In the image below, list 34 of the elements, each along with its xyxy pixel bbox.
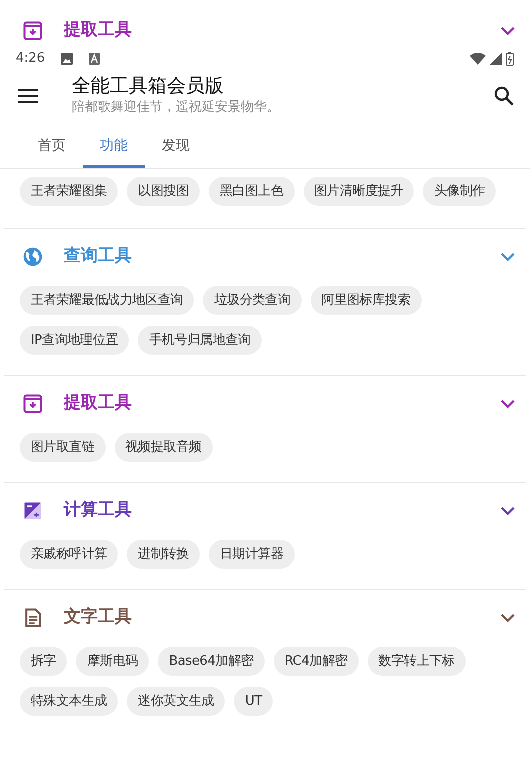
tool-chip[interactable]: 阿里图标库搜索 bbox=[310, 286, 422, 315]
tool-chip[interactable]: 垃圾分类查询 bbox=[203, 286, 302, 315]
tool-chip[interactable]: 数字转上下标 bbox=[368, 647, 466, 676]
tool-chip[interactable]: 亲戚称呼计算 bbox=[20, 540, 118, 569]
tool-chip[interactable]: 日期计算器 bbox=[209, 540, 295, 569]
tab[interactable]: 首页 bbox=[21, 128, 83, 168]
tool-chip[interactable]: RC4加解密 bbox=[274, 647, 359, 676]
tab[interactable]: 发现 bbox=[145, 128, 207, 168]
section-title: 提取工具 bbox=[64, 392, 132, 416]
tool-chip[interactable]: 图片清晰度提升 bbox=[304, 177, 414, 206]
tool-chip[interactable]: 手机号归属地查询 bbox=[138, 326, 262, 355]
tool-chip[interactable]: 王者荣耀图集 bbox=[20, 177, 118, 206]
tool-chip[interactable]: 视频提取音频 bbox=[114, 433, 213, 462]
app-subtitle: 陪都歌舞迎佳节，遥祝延安景物华。 bbox=[72, 98, 280, 117]
app-title: 全能工具箱会员版 bbox=[72, 74, 225, 98]
tool-chip[interactable]: IP查询地理位置 bbox=[20, 326, 130, 355]
tool-chip[interactable]: 特殊文本生成 bbox=[20, 687, 118, 716]
tool-chip[interactable]: 进制转换 bbox=[127, 540, 200, 569]
tool-chip[interactable]: 以图搜图 bbox=[127, 177, 200, 206]
status-time: 4:26 bbox=[16, 50, 46, 68]
tool-chip[interactable]: 图片取直链 bbox=[20, 433, 106, 462]
tool-chip[interactable]: 黑白图上色 bbox=[209, 177, 295, 206]
section-title: 计算工具 bbox=[64, 499, 132, 522]
tool-chip[interactable]: 摩斯电码 bbox=[76, 647, 150, 676]
tool-chip[interactable]: 迷你英文生成 bbox=[127, 687, 226, 716]
section-title: 查询工具 bbox=[64, 245, 132, 268]
tool-chip[interactable]: 拆字 bbox=[20, 647, 68, 676]
tab[interactable]: 功能 bbox=[83, 128, 145, 168]
tool-chip[interactable]: 王者荣耀最低战力地区查询 bbox=[20, 286, 194, 315]
tool-chip[interactable]: Base64加解密 bbox=[158, 647, 265, 676]
section-title: 提取工具 bbox=[64, 19, 132, 42]
tool-chip[interactable]: 头像制作 bbox=[423, 177, 496, 206]
section-title: 文字工具 bbox=[64, 606, 132, 630]
tool-chip[interactable]: UT bbox=[234, 687, 274, 716]
